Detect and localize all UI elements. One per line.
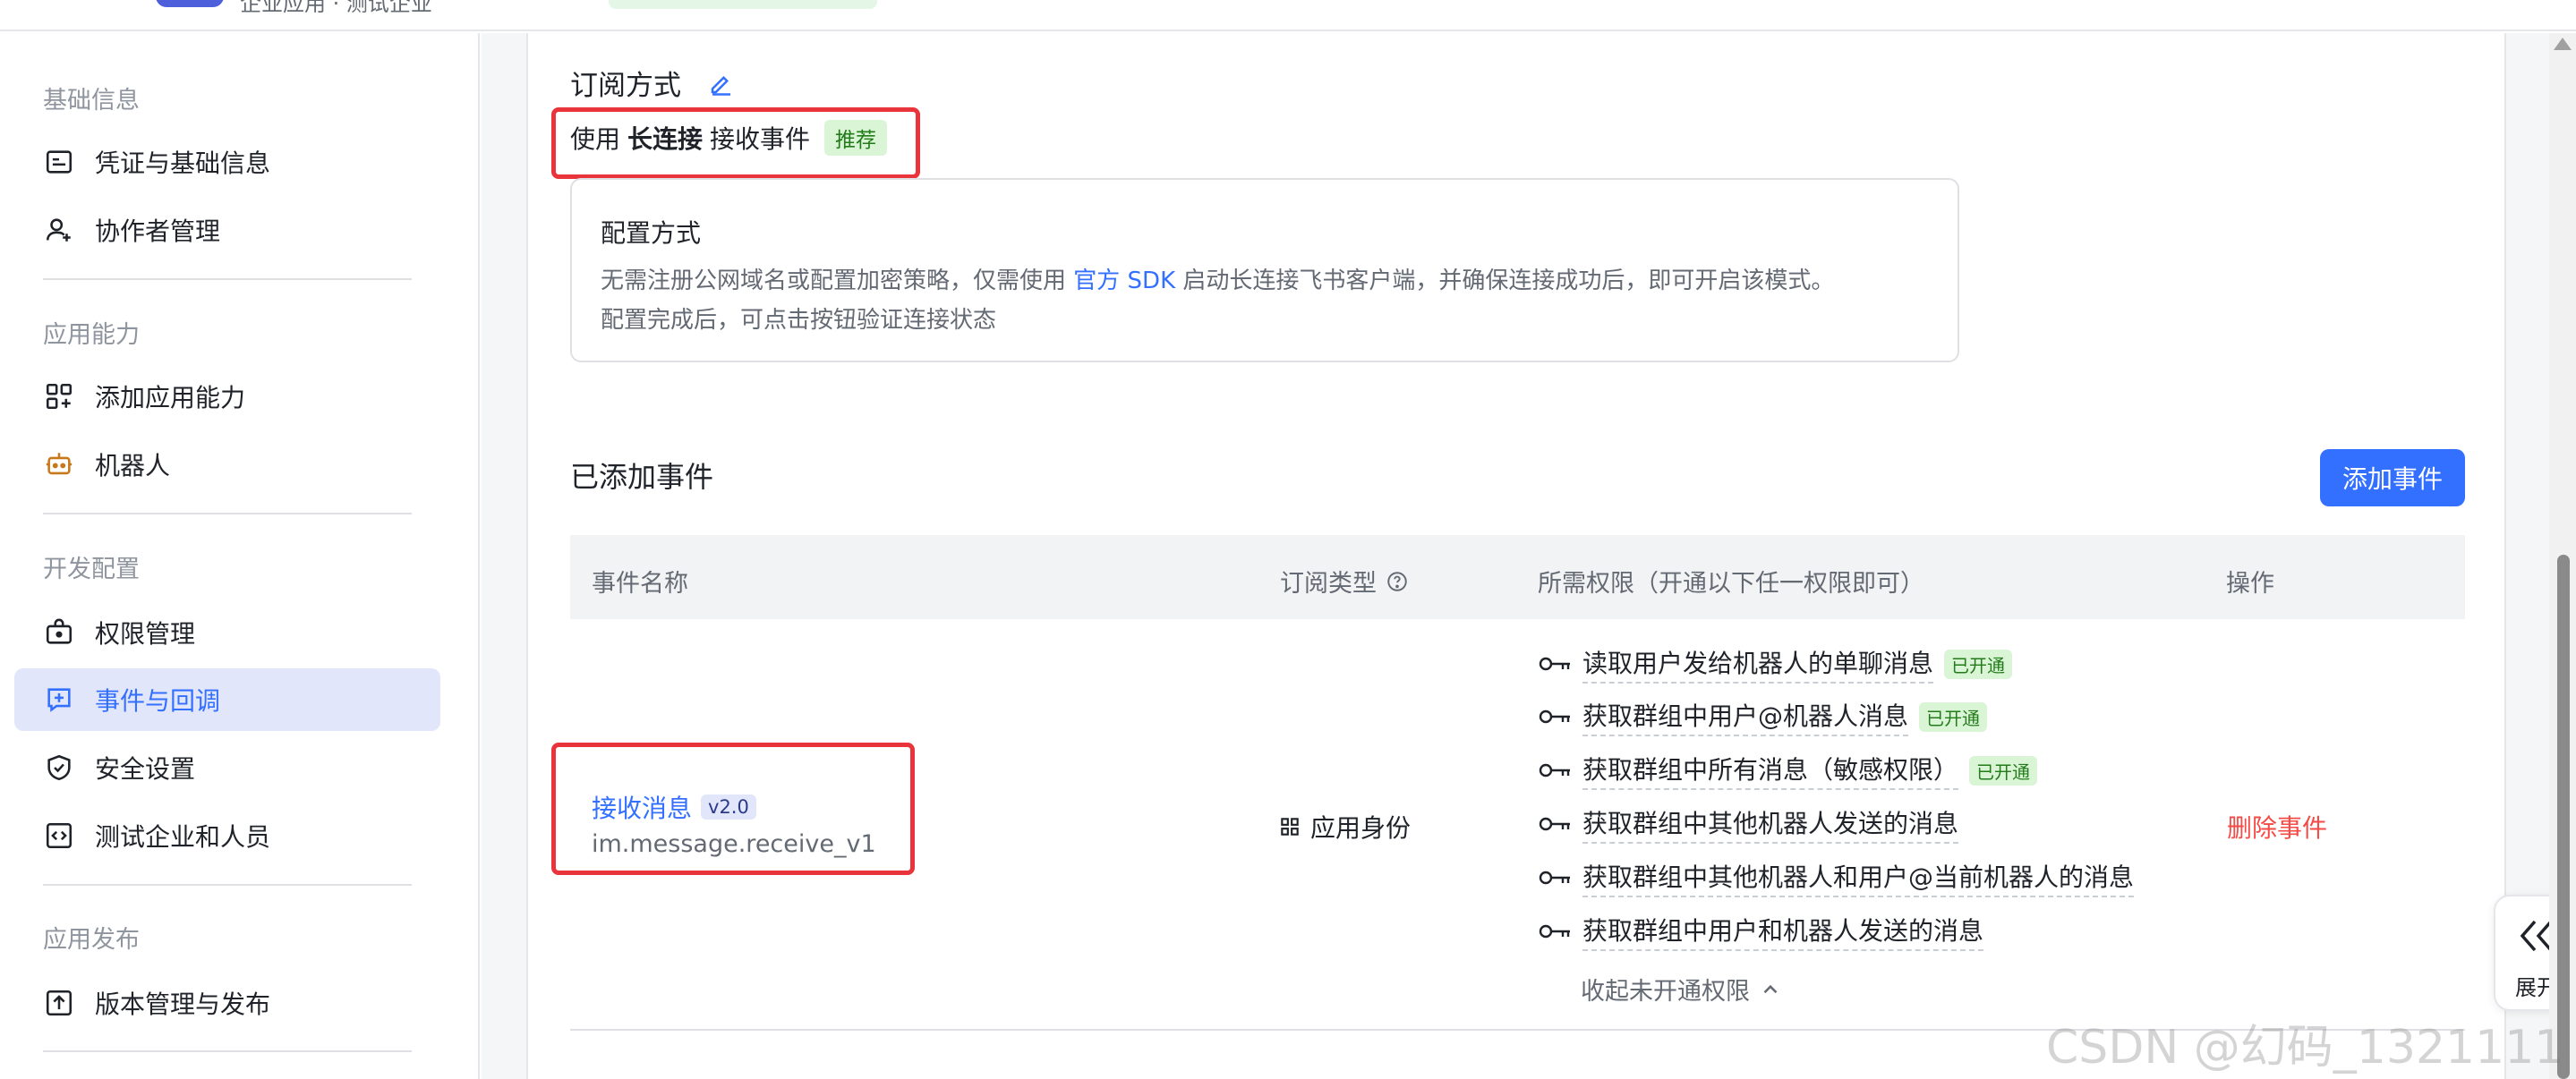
- sidebar-item-label: 添加应用能力: [95, 383, 246, 412]
- robot-icon: [43, 448, 75, 480]
- enabled-badge: 已开通: [1919, 701, 1988, 732]
- key-icon: [1538, 921, 1574, 942]
- permission-item: 获取群组中用户和机器人发送的消息: [1538, 912, 1984, 951]
- group-title-basic: 基础信息: [43, 87, 140, 115]
- upload-icon: [43, 987, 75, 1019]
- key-icon: [1538, 867, 1574, 888]
- collapse-label[interactable]: 收起未开通权限: [1581, 972, 1750, 1007]
- permission-text[interactable]: 获取群组中其他机器人发送的消息: [1582, 804, 1959, 844]
- column-header-type: 订阅类型: [1280, 564, 1409, 599]
- config-desc-line2: 配置完成后，可点击按钮验证连接状态: [601, 307, 997, 334]
- user-add-icon: [43, 214, 75, 246]
- column-header: 所需权限（开通以下任一权限即可）: [1538, 570, 1924, 598]
- edit-icon[interactable]: [708, 70, 735, 97]
- event-icon: [43, 684, 75, 716]
- sidebar-item-versions[interactable]: 版本管理与发布: [14, 972, 440, 1034]
- column-header-label: 订阅类型: [1280, 570, 1377, 598]
- permission-item: 读取用户发给机器人的单聊消息 已开通: [1538, 644, 2013, 684]
- sidebar-item-permissions[interactable]: 权限管理: [14, 601, 440, 664]
- sidebar-item-label: 协作者管理: [95, 217, 221, 246]
- app-subtitle: 企业应用 · 测试企业: [240, 0, 432, 16]
- subscription-title: 订阅方式: [570, 70, 681, 102]
- subscription-type-label: 应用身份: [1310, 813, 1412, 843]
- key-icon: [1538, 706, 1574, 727]
- permission-icon: [43, 616, 75, 649]
- key-icon: [1538, 760, 1574, 781]
- group-title-capabilities: 应用能力: [43, 321, 140, 349]
- events-title: 已添加事件: [570, 460, 714, 494]
- credential-icon: [43, 146, 75, 178]
- delete-event-button[interactable]: 删除事件: [2227, 809, 2327, 845]
- key-icon: [1538, 813, 1574, 835]
- sidebar-divider: [43, 513, 412, 514]
- sdk-link[interactable]: 官方 SDK: [1073, 268, 1175, 294]
- sidebar-item-label: 版本管理与发布: [95, 990, 271, 1019]
- key-icon: [1538, 653, 1574, 675]
- chevron-up-icon: [1759, 978, 1782, 1001]
- code-icon: [43, 820, 75, 852]
- permission-text[interactable]: 获取群组中用户和机器人发送的消息: [1582, 912, 1984, 951]
- enabled-badge: 已开通: [1969, 755, 2038, 786]
- config-title: 配置方式: [601, 218, 702, 248]
- grid-icon: [1278, 815, 1301, 838]
- permission-text[interactable]: 获取群组中用户@机器人消息: [1582, 697, 1909, 736]
- sidebar-item-collaborators[interactable]: 协作者管理: [14, 199, 440, 261]
- permission-item: 获取群组中用户@机器人消息 已开通: [1538, 697, 1988, 736]
- sidebar-item-events-callbacks[interactable]: 事件与回调: [14, 668, 440, 731]
- events-table-header: 事件名称 订阅类型 所需权限（开通以下任一权限即可） 操作: [570, 535, 2465, 619]
- sidebar-item-label: 机器人: [95, 451, 171, 480]
- sidebar-item-label: 安全设置: [95, 754, 196, 784]
- collapse-permissions-link[interactable]: 收起未开通权限: [1581, 972, 1782, 1007]
- sidebar-item-label: 权限管理: [95, 619, 196, 649]
- highlight-box-event: [551, 743, 915, 875]
- sidebar-divider: [43, 884, 412, 886]
- config-box: 配置方式 无需注册公网域名或配置加密策略，仅需使用 官方 SDK 启动长连接飞书…: [570, 178, 1959, 362]
- permission-text[interactable]: 读取用户发给机器人的单聊消息: [1582, 644, 1934, 684]
- scroll-up-arrow-icon[interactable]: [2554, 38, 2572, 50]
- apps-add-icon: [43, 380, 75, 412]
- permission-item: 获取群组中其他机器人发送的消息: [1538, 804, 1959, 844]
- highlight-box-mode: [551, 107, 920, 179]
- permission-text[interactable]: 获取群组中所有消息（敏感权限）: [1582, 751, 1959, 790]
- status-pill: [609, 0, 877, 9]
- column-header: 操作: [2226, 570, 2274, 598]
- permission-item: 获取群组中所有消息（敏感权限） 已开通: [1538, 751, 2038, 790]
- top-bar: 企业应用 · 测试企业: [0, 0, 2576, 31]
- sidebar-divider: [43, 278, 412, 280]
- subscription-section: 订阅方式: [570, 63, 735, 103]
- permission-item: 获取群组中其他机器人和用户@当前机器人的消息: [1538, 858, 2135, 897]
- group-title-dev-config: 开发配置: [43, 556, 140, 583]
- enabled-badge: 已开通: [1944, 649, 2013, 679]
- sidebar-divider: [43, 1050, 412, 1052]
- help-icon[interactable]: [1386, 570, 1409, 593]
- sidebar-item-add-capability[interactable]: 添加应用能力: [14, 365, 440, 428]
- scrollbar-thumb[interactable]: [2557, 555, 2570, 1079]
- sidebar-item-label: 测试企业和人员: [95, 822, 271, 852]
- add-event-button[interactable]: 添加事件: [2320, 449, 2465, 506]
- sidebar-item-test-org[interactable]: 测试企业和人员: [14, 804, 440, 867]
- subscription-type: 应用身份: [1278, 809, 1411, 845]
- watermark: CSDN @幻码_1321111: [2046, 1021, 2564, 1075]
- sidebar-item-robot[interactable]: 机器人: [14, 433, 440, 496]
- permission-text[interactable]: 获取群组中其他机器人和用户@当前机器人的消息: [1582, 858, 2135, 897]
- sidebar-item-credentials[interactable]: 凭证与基础信息: [14, 131, 440, 193]
- column-header: 事件名称: [592, 570, 688, 598]
- shield-icon: [43, 752, 75, 784]
- sidebar-item-security[interactable]: 安全设置: [14, 736, 440, 799]
- sidebar-item-label: 凭证与基础信息: [95, 149, 271, 178]
- sidebar-item-label: 事件与回调: [95, 686, 221, 716]
- config-desc-text: 无需注册公网域名或配置加密策略，仅需使用: [601, 268, 1067, 294]
- app-avatar: [156, 0, 224, 7]
- group-title-release: 应用发布: [43, 926, 140, 954]
- config-desc-line1: 无需注册公网域名或配置加密策略，仅需使用 官方 SDK 启动长连接飞书客户端，并…: [601, 262, 1834, 295]
- config-desc-text: 启动长连接飞书客户端，并确保连接成功后，即可开启该模式。: [1182, 268, 1835, 294]
